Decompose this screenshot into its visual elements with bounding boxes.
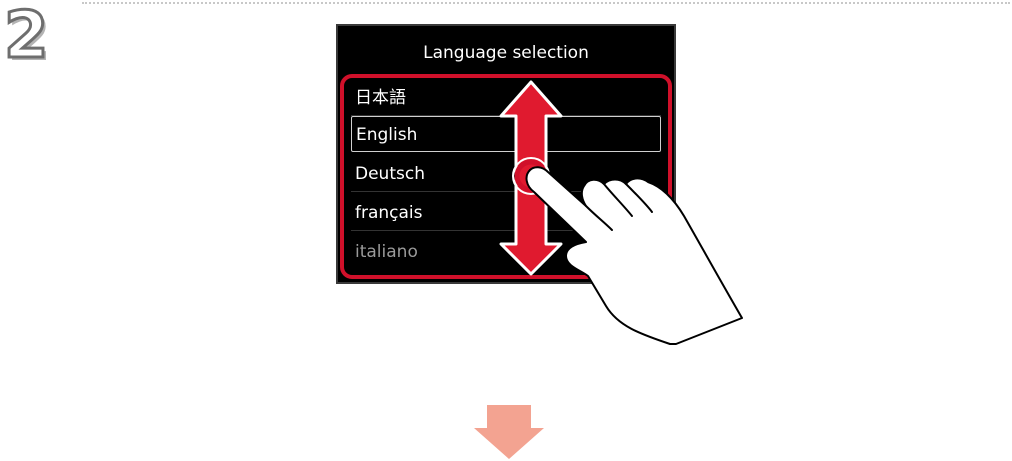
gesture-overlay bbox=[474, 80, 743, 459]
hand-swipe-icon bbox=[525, 166, 743, 345]
next-step-arrow-icon bbox=[474, 405, 544, 459]
